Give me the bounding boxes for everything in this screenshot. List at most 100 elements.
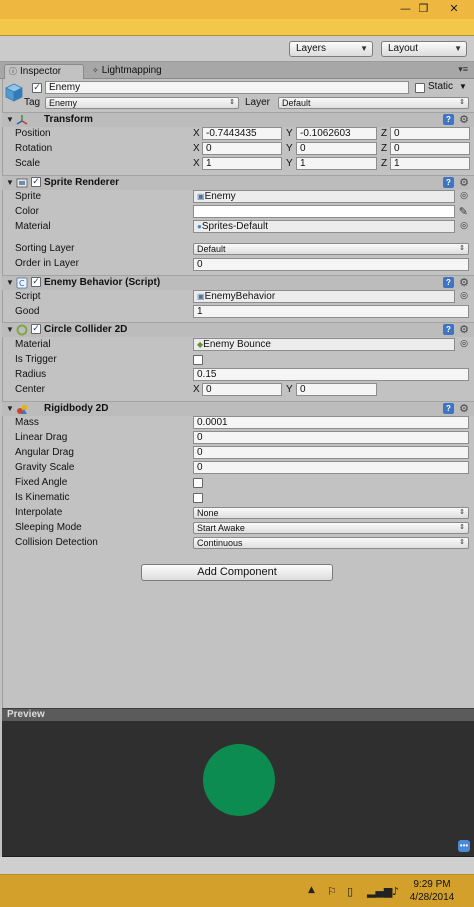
position-z-field[interactable]: 0 <box>390 127 470 140</box>
chevron-down-icon: ▼ <box>454 44 462 53</box>
gear-icon[interactable]: ⚙ <box>459 176 469 189</box>
flag-icon[interactable]: ⚐ <box>327 885 337 898</box>
layers-dropdown[interactable]: Layers ▼ <box>289 41 373 57</box>
position-x-field[interactable]: -0.7443435 <box>202 127 282 140</box>
sprite-object-field[interactable]: ▣Enemy <box>193 190 455 203</box>
axis-y-label: Y <box>286 143 293 154</box>
chevron-down-icon[interactable]: ▼ <box>459 81 467 93</box>
help-icon[interactable]: ? <box>443 324 454 335</box>
rigidbody-icon <box>17 405 27 414</box>
static-checkbox[interactable] <box>415 83 425 93</box>
enemy-behavior-header[interactable]: ▼ C ✓ Enemy Behavior (Script) ? ⚙ <box>2 275 474 290</box>
tag-dropdown[interactable]: Enemy ⇕ <box>45 97 239 109</box>
help-icon[interactable]: ? <box>443 114 454 125</box>
tab-lightmapping[interactable]: ✧ Lightmapping <box>88 64 178 79</box>
layout-dropdown[interactable]: Layout ▼ <box>381 41 467 57</box>
foldout-arrow-icon[interactable]: ▼ <box>6 178 14 187</box>
foldout-arrow-icon[interactable]: ▼ <box>6 115 14 124</box>
script-value: EnemyBehavior <box>204 291 276 302</box>
chevron-updown-icon: ⇕ <box>459 99 465 106</box>
add-component-button[interactable]: Add Component <box>141 564 333 581</box>
collider-material-object-field[interactable]: ◆Enemy Bounce <box>193 338 455 351</box>
layer-value: Default <box>282 98 311 108</box>
object-name-field[interactable]: Enemy <box>45 81 409 94</box>
collision-detection-label: Collision Detection <box>15 537 98 548</box>
circle-collider-header[interactable]: ▼ ✓ Circle Collider 2D ? ⚙ <box>2 322 474 337</box>
restore-button[interactable]: ❐ <box>410 0 437 19</box>
foldout-arrow-icon[interactable]: ▼ <box>6 404 14 413</box>
object-picker-icon[interactable]: ◎ <box>460 191 468 201</box>
collision-detection-dropdown[interactable]: Continuous ⇕ <box>193 537 469 549</box>
circle-collider-enabled-checkbox[interactable]: ✓ <box>31 324 41 334</box>
active-checkbox[interactable]: ✓ <box>32 83 42 93</box>
interpolate-dropdown[interactable]: None ⇕ <box>193 507 469 519</box>
script-object-field[interactable]: ▣EnemyBehavior <box>193 290 455 303</box>
scale-y-field[interactable]: 1 <box>296 157 377 170</box>
rotation-x-field[interactable]: 0 <box>202 142 282 155</box>
script-label: Script <box>15 291 41 302</box>
help-icon[interactable]: ? <box>443 277 454 288</box>
preview-header[interactable]: Preview <box>2 708 474 721</box>
lightbulb-icon: ✧ <box>92 66 99 75</box>
panel-menu-icon[interactable]: ▾≡ <box>458 64 468 75</box>
axis-y-label: Y <box>286 128 293 139</box>
rotation-z-field[interactable]: 0 <box>390 142 470 155</box>
tab-inspector[interactable]: ⓘ Inspector <box>4 64 84 79</box>
color-swatch[interactable] <box>193 205 455 218</box>
sprite-renderer-header[interactable]: ▼ ✓ Sprite Renderer ? ⚙ <box>2 175 474 190</box>
gear-icon[interactable]: ⚙ <box>459 402 469 415</box>
good-field[interactable]: 1 <box>193 305 469 318</box>
center-y-field[interactable]: 0 <box>296 383 377 396</box>
sorting-layer-dropdown[interactable]: Default ⇕ <box>193 243 469 255</box>
axis-x-label: X <box>193 158 200 169</box>
preview-area: ••• <box>2 721 474 857</box>
close-button[interactable]: ✕ <box>434 0 474 19</box>
sprite-label: Sprite <box>15 191 42 202</box>
panel-tab-bar: ⓘ Inspector ✧ Lightmapping ▾≡ <box>0 62 474 79</box>
preview-settings-icon[interactable]: ••• <box>458 840 470 852</box>
fixed-angle-checkbox[interactable] <box>193 478 203 488</box>
rotation-y-field[interactable]: 0 <box>296 142 377 155</box>
static-label: Static <box>428 81 454 92</box>
device-icon[interactable]: ▯ <box>347 885 353 898</box>
rigidbody-header[interactable]: ▼ Rigidbody 2D ? ⚙ <box>2 401 474 416</box>
mass-field[interactable]: 0.0001 <box>193 416 469 429</box>
chevron-updown-icon: ⇕ <box>459 539 465 546</box>
help-icon[interactable]: ? <box>443 403 454 414</box>
object-picker-icon[interactable]: ◎ <box>460 221 468 231</box>
foldout-arrow-icon[interactable]: ▼ <box>6 325 14 334</box>
system-clock[interactable]: 9:29 PM 4/28/2014 <box>402 878 462 904</box>
scale-z-field[interactable]: 1 <box>390 157 470 170</box>
object-picker-icon[interactable]: ◎ <box>460 339 468 349</box>
sprite-renderer-icon <box>16 178 28 188</box>
tray-overflow-icon[interactable]: ▲ <box>308 885 315 895</box>
help-icon[interactable]: ? <box>443 177 454 188</box>
eyedropper-icon[interactable]: ✎ <box>459 205 468 218</box>
object-picker-icon[interactable]: ◎ <box>460 291 468 301</box>
order-in-layer-field[interactable]: 0 <box>193 258 469 271</box>
sleeping-mode-dropdown[interactable]: Start Awake ⇕ <box>193 522 469 534</box>
radius-field[interactable]: 0.15 <box>193 368 469 381</box>
transform-header[interactable]: ▼ Transform ? ⚙ <box>2 112 474 127</box>
is-kinematic-checkbox[interactable] <box>193 493 203 503</box>
center-x-field[interactable]: 0 <box>202 383 282 396</box>
gear-icon[interactable]: ⚙ <box>459 113 469 126</box>
is-trigger-checkbox[interactable] <box>193 355 203 365</box>
linear-drag-field[interactable]: 0 <box>193 431 469 444</box>
center-label: Center <box>15 384 46 395</box>
enemy-behavior-enabled-checkbox[interactable]: ✓ <box>31 277 41 287</box>
gear-icon[interactable]: ⚙ <box>459 276 469 289</box>
gear-icon[interactable]: ⚙ <box>459 323 469 336</box>
position-y-field[interactable]: -0.1062603 <box>296 127 377 140</box>
volume-icon[interactable]: ♪ <box>392 885 399 898</box>
sprite-renderer-enabled-checkbox[interactable]: ✓ <box>31 177 41 187</box>
good-label: Good <box>15 306 40 317</box>
layer-dropdown[interactable]: Default ⇕ <box>278 97 469 109</box>
axis-z-label: Z <box>381 143 388 154</box>
foldout-arrow-icon[interactable]: ▼ <box>6 278 14 287</box>
material-object-field[interactable]: ●Sprites-Default <box>193 220 455 233</box>
network-icon[interactable]: ▂▄▆ <box>367 885 392 898</box>
gravity-scale-field[interactable]: 0 <box>193 461 469 474</box>
angular-drag-field[interactable]: 0 <box>193 446 469 459</box>
scale-x-field[interactable]: 1 <box>202 157 282 170</box>
